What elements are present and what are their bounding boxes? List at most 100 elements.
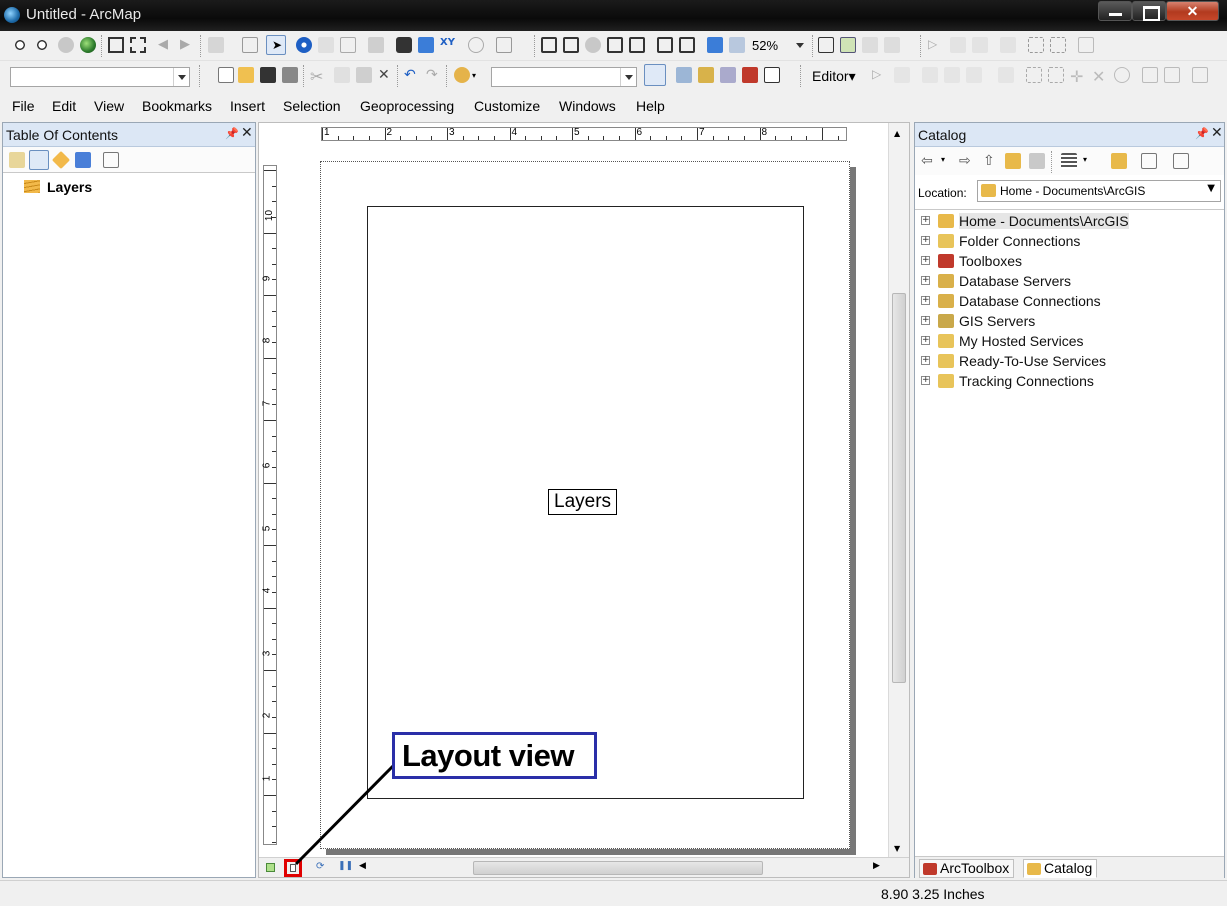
edit-annotation-icon[interactable] (894, 67, 910, 83)
back-icon[interactable]: ⇦ (921, 153, 937, 169)
editor-toolbar-icon[interactable] (644, 64, 666, 86)
fixed-layout-zoom-in-icon[interactable] (657, 37, 673, 53)
expand-icon[interactable]: + (921, 236, 930, 245)
toggle-tree-icon[interactable] (1141, 153, 1157, 169)
fixed-layout-zoom-out-icon[interactable] (679, 37, 695, 53)
back-extent-icon[interactable]: ◀ (158, 37, 174, 53)
focus-data-frame-icon[interactable] (840, 37, 856, 53)
data-frame[interactable]: Layers (367, 206, 804, 799)
identify-icon[interactable] (296, 37, 312, 53)
full-extent-icon[interactable] (80, 37, 96, 53)
layer-combo[interactable] (10, 67, 190, 87)
forward-extent-icon[interactable]: ▶ (180, 37, 196, 53)
home-icon[interactable] (1005, 153, 1021, 169)
sketch-window-icon[interactable] (1164, 67, 1180, 83)
copy-icon[interactable] (334, 67, 350, 83)
change-layout-icon[interactable] (862, 37, 878, 53)
data-view-button[interactable] (266, 863, 275, 872)
tree-item-home[interactable]: + Home - Documents\ArcGIS (921, 212, 1221, 232)
menu-geoprocessing[interactable]: Geoprocessing (360, 98, 454, 114)
toggle-draft-icon[interactable] (818, 37, 834, 53)
fixed-zoom-out-icon[interactable] (130, 37, 146, 53)
tab-arctoolbox[interactable]: ArcToolbox (919, 859, 1015, 878)
menu-customize[interactable]: Customize (474, 98, 540, 114)
layout-zoom-in-icon[interactable] (541, 37, 557, 53)
catalog-window-icon[interactable] (698, 67, 714, 83)
menu-windows[interactable]: Windows (559, 98, 616, 114)
catalog-close-icon[interactable]: ✕ (1211, 125, 1223, 141)
vertical-scrollbar[interactable]: ▲ ▼ (888, 123, 909, 857)
tree-item-my-hosted-services[interactable]: + My Hosted Services (921, 332, 1221, 352)
html-popup-icon[interactable] (340, 37, 356, 53)
go-back-extent-icon[interactable] (707, 37, 723, 53)
delete-icon[interactable]: ✕ (378, 67, 394, 83)
end-point-arc-icon[interactable] (944, 67, 960, 83)
select-elements-icon[interactable]: ➤ (266, 35, 286, 55)
zoom-whole-page-icon[interactable] (607, 37, 623, 53)
go-forward-extent-icon[interactable] (729, 37, 745, 53)
forward-icon[interactable]: ⇨ (959, 153, 975, 169)
editor-menu[interactable]: Editor▾ (812, 68, 856, 85)
sketch-properties-icon[interactable] (1078, 37, 1094, 53)
pan-icon[interactable] (58, 37, 74, 53)
back-dropdown-icon[interactable]: ▾ (941, 155, 957, 171)
split-icon[interactable] (1026, 67, 1042, 83)
create-viewer-icon[interactable] (496, 37, 512, 53)
menu-selection[interactable]: Selection (283, 98, 341, 114)
trace-icon[interactable] (966, 67, 982, 83)
save-icon[interactable] (260, 67, 276, 83)
list-by-drawing-order-icon[interactable] (9, 152, 25, 168)
catalog-options-icon[interactable] (1173, 153, 1189, 169)
cut-icon[interactable]: ✂ (310, 67, 326, 86)
tree-item-gis-servers[interactable]: + GIS Servers (921, 312, 1221, 332)
tree-item-database-servers[interactable]: + Database Servers (921, 272, 1221, 292)
add-data-icon[interactable] (454, 67, 470, 83)
data-driven-pages-icon[interactable] (884, 37, 900, 53)
maximize-button[interactable] (1132, 1, 1166, 21)
undo-icon[interactable]: ↶ (404, 67, 420, 83)
menu-bookmarks[interactable]: Bookmarks (142, 98, 212, 114)
edit-tool-icon[interactable]: ▷ (928, 37, 944, 53)
map-scale-combo[interactable] (491, 67, 637, 87)
new-document-icon[interactable] (218, 67, 234, 83)
create-features-icon[interactable] (1192, 67, 1208, 83)
tree-item-tracking-connections[interactable]: + Tracking Connections (921, 372, 1221, 392)
cut-polygon-icon[interactable] (1048, 67, 1064, 83)
straight-segment-icon[interactable] (922, 67, 938, 83)
connect-folder-icon[interactable] (1029, 153, 1045, 169)
layer-combo-dropdown-icon[interactable] (173, 68, 189, 86)
zoom-in-icon[interactable] (12, 37, 28, 53)
redo-icon[interactable]: ↷ (426, 67, 442, 83)
location-dropdown-icon[interactable]: ▼ (1207, 183, 1215, 194)
location-combo[interactable]: Home - Documents\ArcGIS ▼ (977, 180, 1221, 202)
minimize-button[interactable] (1098, 1, 1132, 21)
menu-help[interactable]: Help (636, 98, 665, 114)
layout-zoom-out-icon[interactable] (563, 37, 579, 53)
select-features-icon[interactable] (208, 37, 224, 53)
tree-item-toolboxes[interactable]: + Toolboxes (921, 252, 1221, 272)
tree-item-database-connections[interactable]: + Database Connections (921, 292, 1221, 312)
go-to-xy-icon[interactable]: XY (440, 37, 456, 53)
zoom-100-icon[interactable] (629, 37, 645, 53)
menu-view[interactable]: View (94, 98, 124, 114)
layout-pan-icon[interactable] (585, 37, 601, 53)
tab-catalog[interactable]: Catalog (1023, 859, 1098, 878)
up-one-level-icon[interactable]: ⇧ (983, 153, 999, 169)
expand-icon[interactable]: + (921, 376, 930, 385)
rotate-icon[interactable] (1028, 37, 1044, 53)
toc-options-icon[interactable] (103, 152, 119, 168)
expand-icon[interactable]: + (921, 336, 930, 345)
reshape-icon[interactable] (972, 37, 988, 53)
zoom-dropdown-icon[interactable] (792, 36, 808, 54)
arctoolbox-window-icon[interactable] (742, 67, 758, 83)
pin-icon[interactable]: 📌 (225, 127, 239, 140)
vertical-scroll-thumb[interactable] (892, 293, 906, 683)
menu-edit[interactable]: Edit (52, 98, 76, 114)
attributes-icon[interactable] (1050, 37, 1066, 53)
find-icon[interactable] (396, 37, 412, 53)
scale-icon[interactable]: ✕ (1092, 67, 1108, 86)
list-by-source-icon[interactable] (29, 150, 49, 170)
expand-icon[interactable]: + (921, 316, 930, 325)
edit-vertices-icon[interactable] (950, 37, 966, 53)
menu-file[interactable]: File (12, 98, 35, 114)
